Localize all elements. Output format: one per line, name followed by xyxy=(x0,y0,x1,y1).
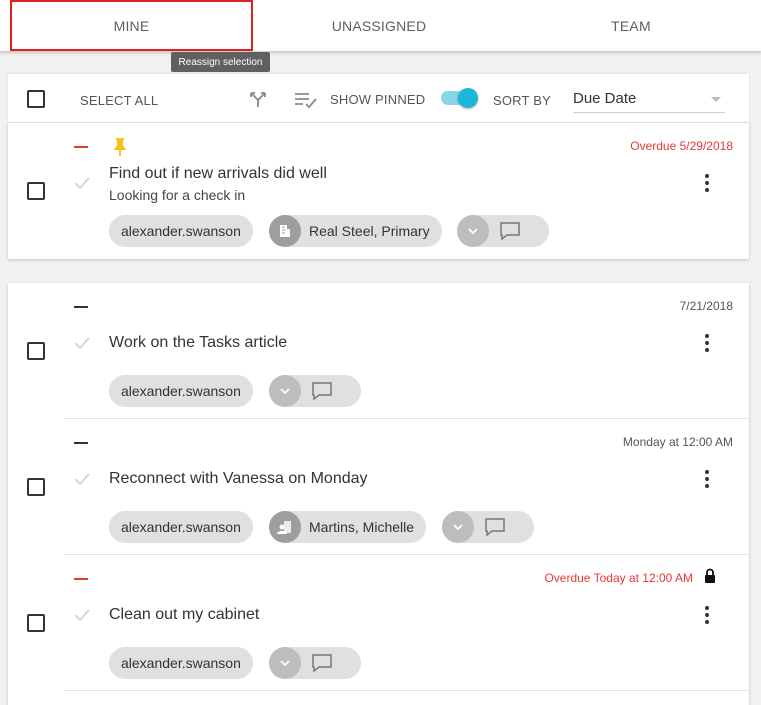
contact-building-icon xyxy=(269,511,301,543)
task-subtitle: Looking for a check in xyxy=(109,187,246,203)
linked-record-label: Martins, Michelle xyxy=(309,519,415,535)
lock-icon xyxy=(705,568,715,583)
task-select-checkbox[interactable] xyxy=(27,614,45,632)
comment-icon[interactable] xyxy=(499,221,521,241)
due-date: Monday at 12:00 AM xyxy=(622,435,733,449)
owner-chip[interactable]: alexander.swanson xyxy=(109,511,253,543)
task-row[interactable]: Overdue Today at 12:00 AM Clean out my c… xyxy=(64,555,749,691)
reassign-icon[interactable] xyxy=(248,90,268,110)
complete-check-icon[interactable] xyxy=(72,333,92,353)
task-title: Work on the Tasks article xyxy=(109,334,288,351)
show-pinned-label: SHOW PINNED xyxy=(330,92,426,107)
select-all-checkbox[interactable] xyxy=(27,90,45,108)
building-icon xyxy=(269,215,301,247)
linked-record-chip[interactable]: Martins, Michelle xyxy=(269,511,427,543)
task-title: Reconnect with Vanessa on Monday xyxy=(109,470,368,487)
pin-icon[interactable] xyxy=(112,137,128,157)
more-options-icon[interactable] xyxy=(695,171,719,195)
owner-chip[interactable]: alexander.swanson xyxy=(109,215,253,247)
select-all-label: SELECT ALL xyxy=(80,93,159,108)
chevron-down-icon[interactable] xyxy=(269,647,301,679)
due-date: Overdue Today at 12:00 AM xyxy=(544,571,693,585)
due-date: Overdue 5/29/2018 xyxy=(630,139,733,153)
owner-chip[interactable]: alexander.swanson xyxy=(109,375,253,407)
task-row[interactable]: Overdue 5/29/2018 Find out if new arriva… xyxy=(64,123,749,259)
owner-chip-label: alexander.swanson xyxy=(121,519,241,535)
owner-chip-label: alexander.swanson xyxy=(121,383,241,399)
more-options-icon[interactable] xyxy=(695,467,719,491)
sort-by-value: Due Date xyxy=(573,90,637,107)
owner-chip[interactable]: alexander.swanson xyxy=(109,647,253,679)
comment-icon[interactable] xyxy=(484,517,506,537)
chevron-down-icon[interactable] xyxy=(442,511,474,543)
task-title: Clean out my cabinet xyxy=(109,606,260,623)
priority-indicator xyxy=(74,578,88,580)
priority-indicator xyxy=(74,442,88,444)
task-actions-chip[interactable] xyxy=(269,375,361,407)
priority-indicator xyxy=(74,306,88,308)
task-select-checkbox[interactable] xyxy=(27,342,45,360)
comment-icon[interactable] xyxy=(311,653,333,673)
chevron-down-icon[interactable] xyxy=(269,375,301,407)
complete-check-icon[interactable] xyxy=(72,469,92,489)
priority-indicator xyxy=(74,146,88,148)
tab-mine[interactable]: MINE xyxy=(10,0,253,51)
chevron-down-icon xyxy=(711,97,721,102)
comment-icon[interactable] xyxy=(311,381,333,401)
bulk-complete-icon[interactable] xyxy=(294,91,318,109)
task-actions-chip[interactable] xyxy=(442,511,534,543)
sort-by-label: SORT BY xyxy=(493,93,551,108)
task-select-checkbox[interactable] xyxy=(27,182,45,200)
more-options-icon[interactable] xyxy=(695,331,719,355)
task-row[interactable]: Monday at 12:00 AM Reconnect with Vaness… xyxy=(64,419,749,555)
task-actions-chip[interactable] xyxy=(269,647,361,679)
reassign-tooltip: Reassign selection xyxy=(171,52,270,72)
tab-bar: MINE UNASSIGNED TEAM xyxy=(0,0,761,52)
owner-chip-label: alexander.swanson xyxy=(121,223,241,239)
more-options-icon[interactable] xyxy=(695,603,719,627)
task-row[interactable]: 7/21/2018 Work on the Tasks article alex… xyxy=(64,283,749,419)
task-select-checkbox[interactable] xyxy=(27,478,45,496)
tab-team[interactable]: TEAM xyxy=(505,0,757,51)
task-title: Find out if new arrivals did well xyxy=(109,165,327,182)
tab-team-label: TEAM xyxy=(611,17,651,34)
chevron-down-icon[interactable] xyxy=(457,215,489,247)
linked-record-label: Real Steel, Primary xyxy=(309,223,430,239)
owner-chip-label: alexander.swanson xyxy=(121,655,241,671)
linked-record-chip[interactable]: Real Steel, Primary xyxy=(269,215,442,247)
tab-unassigned[interactable]: UNASSIGNED xyxy=(253,0,505,51)
show-pinned-toggle-thumb[interactable] xyxy=(458,88,478,108)
sort-by-select[interactable]: Due Date xyxy=(573,87,725,113)
due-date: 7/21/2018 xyxy=(679,299,733,313)
complete-check-icon[interactable] xyxy=(72,605,92,625)
task-actions-chip[interactable] xyxy=(457,215,549,247)
tab-mine-label: MINE xyxy=(113,17,150,34)
complete-check-icon[interactable] xyxy=(72,173,92,193)
tab-unassigned-label: UNASSIGNED xyxy=(331,17,427,34)
